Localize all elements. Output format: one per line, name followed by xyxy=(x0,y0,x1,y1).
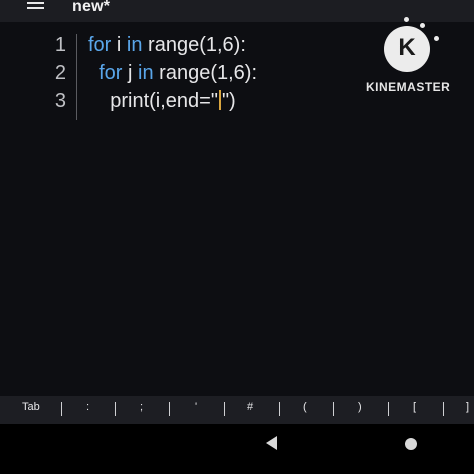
key-separator xyxy=(224,402,225,416)
key-separator xyxy=(388,402,389,416)
key-quote[interactable]: ' xyxy=(195,401,197,413)
keyword: in xyxy=(138,62,154,84)
watermark-text: KINEMASTER xyxy=(366,80,451,94)
back-icon[interactable] xyxy=(266,436,277,450)
extra-keys-bar: Tab : ; ' # ( ) [ ] xyxy=(0,396,474,424)
keyword: for xyxy=(99,62,123,84)
line-number: 2 xyxy=(54,62,66,84)
key-open-paren[interactable]: ( xyxy=(303,401,307,413)
key-hash[interactable]: # xyxy=(247,401,253,413)
key-separator xyxy=(279,402,280,416)
key-separator xyxy=(115,402,116,416)
key-open-bracket[interactable]: [ xyxy=(413,401,416,413)
app-screen: new* 1 for i in range(1,6): 2 for j in r… xyxy=(0,0,474,474)
key-colon[interactable]: : xyxy=(86,401,89,413)
hamburger-menu-icon[interactable] xyxy=(27,0,45,14)
key-separator xyxy=(61,402,62,416)
code-line-2[interactable]: for j in range(1,6): xyxy=(88,62,257,85)
key-separator xyxy=(443,402,444,416)
gutter-divider xyxy=(76,34,77,120)
top-app-bar: new* xyxy=(0,0,474,22)
line-number: 3 xyxy=(54,90,66,112)
code-editor[interactable]: 1 for i in range(1,6): 2 for j in range(… xyxy=(0,22,474,396)
text-cursor xyxy=(218,90,221,110)
file-title: new* xyxy=(72,0,111,15)
kinemaster-logo-icon: K xyxy=(384,17,439,72)
code-line-1[interactable]: for i in range(1,6): xyxy=(88,34,246,57)
key-separator xyxy=(169,402,170,416)
code-line-3[interactable]: print(i,end=" ") xyxy=(88,90,236,113)
system-nav-bar xyxy=(0,424,474,474)
home-icon[interactable] xyxy=(405,438,417,450)
line-number: 1 xyxy=(54,34,66,56)
key-tab[interactable]: Tab xyxy=(22,401,40,413)
key-semicolon[interactable]: ; xyxy=(140,401,143,413)
keyword: in xyxy=(126,34,143,56)
key-close-bracket[interactable]: ] xyxy=(466,401,469,413)
keyword: for xyxy=(88,34,112,56)
key-close-paren[interactable]: ) xyxy=(358,401,362,413)
key-separator xyxy=(333,402,334,416)
